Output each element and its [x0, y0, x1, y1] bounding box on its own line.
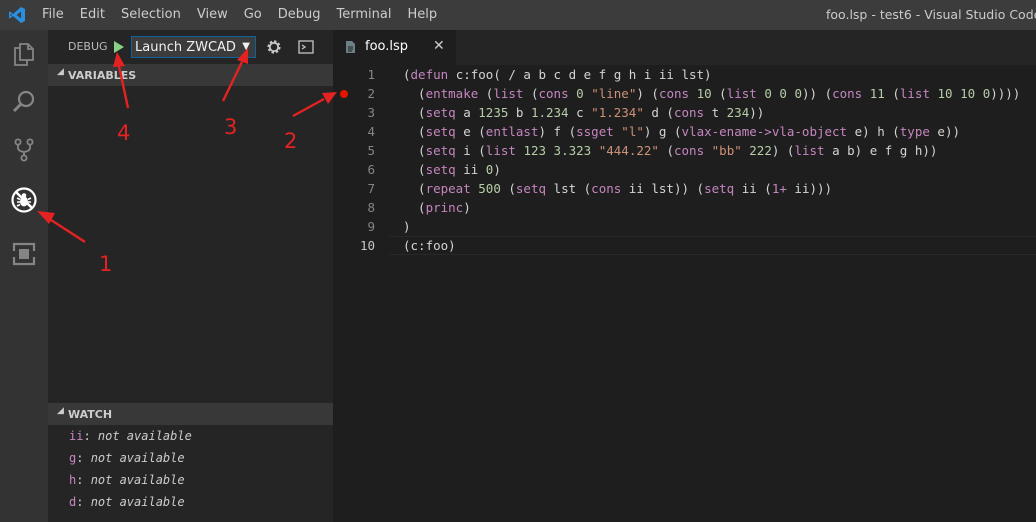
debug-icon — [11, 187, 37, 213]
code-line[interactable]: 4 (setq e (entlast) f (ssget "l") g (vla… — [333, 122, 1036, 141]
line-number: 6 — [367, 162, 375, 177]
variables-section-header[interactable]: ◢ VARIABLES — [48, 64, 333, 86]
line-code: (repeat 500 (setq lst (cons ii lst)) (se… — [403, 181, 833, 196]
code-line[interactable]: 10 (c:foo) — [333, 236, 1036, 255]
extensions-button[interactable] — [0, 230, 48, 278]
variables-title: VARIABLES — [68, 69, 137, 82]
menu-help[interactable]: Help — [399, 0, 445, 30]
line-code: (setq e (entlast) f (ssget "l") g (vlax-… — [403, 124, 960, 139]
activity-bar — [0, 30, 48, 522]
line-number: 5 — [367, 143, 375, 158]
line-number: 3 — [367, 105, 375, 120]
source-control-button[interactable] — [0, 126, 48, 174]
line-number: 9 — [367, 219, 375, 234]
code-line[interactable]: 1 (defun c:foo( / a b c d e f g h i ii ls… — [333, 65, 1036, 84]
chevron-down-icon: ◢ — [57, 67, 64, 77]
watch-item[interactable]: ii: not available — [69, 425, 192, 447]
line-number: 7 — [367, 181, 375, 196]
code-line[interactable]: 6 (setq ii 0) — [333, 160, 1036, 179]
watch-item[interactable]: h: not available — [69, 469, 185, 491]
watch-title: WATCH — [68, 408, 113, 421]
files-icon — [14, 43, 34, 66]
line-code: (defun c:foo( / a b c d e f g h i ii lst… — [403, 67, 712, 82]
file-icon — [346, 41, 355, 53]
line-number: 4 — [367, 124, 375, 139]
line-number: 1 — [367, 67, 375, 82]
menu-debug[interactable]: Debug — [270, 0, 329, 30]
line-code: (entmake (list (cons 0 "line") (cons 10 … — [403, 86, 1021, 101]
window-title: foo.lsp - test6 - Visual Studio Code [Ad… — [826, 7, 1036, 22]
watch-section-header[interactable]: ◢ WATCH — [48, 403, 333, 425]
code-line[interactable]: 5 (setq i (list 123 3.323 "444.22" (cons… — [333, 141, 1036, 160]
debug-console-icon[interactable] — [298, 40, 314, 54]
menu-view[interactable]: View — [189, 0, 236, 30]
start-debugging-icon[interactable] — [112, 39, 126, 55]
line-code: ) — [403, 219, 411, 234]
line-number: 8 — [367, 200, 375, 215]
code-editor[interactable]: 1 (defun c:foo( / a b c d e f g h i ii ls… — [333, 65, 1036, 522]
explorer-button[interactable] — [0, 30, 48, 78]
debug-sidebar: DEBUG Launch ZWCAD ▼ ◢ VARIABLES ◢ WATCH… — [48, 30, 333, 522]
close-icon[interactable]: ✕ — [433, 38, 445, 54]
watch-item[interactable]: d: not available — [69, 491, 185, 513]
editor-tab-bar: foo.lsp ✕ — [333, 30, 1036, 65]
menu-bar: File Edit Selection View Go Debug Termin… — [34, 0, 445, 30]
code-line[interactable]: 3 (setq a 1235 b 1.234 c "1.234" d (cons… — [333, 103, 1036, 122]
menu-file[interactable]: File — [34, 0, 72, 30]
code-line[interactable]: 9) — [333, 217, 1036, 236]
line-code: (setq ii 0) — [403, 162, 501, 177]
line-code: (setq i (list 123 3.323 "444.22" (cons "… — [403, 143, 938, 158]
line-code: (c:foo) — [403, 238, 456, 253]
code-line[interactable]: 2 (entmake (list (cons 0 "line") (cons 1… — [333, 84, 1036, 103]
source-control-icon — [14, 138, 34, 162]
debug-button[interactable] — [0, 176, 48, 224]
line-number: 2 — [367, 86, 375, 101]
line-code: (setq a 1235 b 1.234 c "1.234" d (cons t… — [403, 105, 765, 120]
menu-go[interactable]: Go — [236, 0, 270, 30]
launch-config-select[interactable]: Launch ZWCAD ▼ — [131, 36, 256, 58]
debug-title: DEBUG — [68, 40, 108, 53]
tab-foo-lsp[interactable]: foo.lsp ✕ — [333, 30, 456, 65]
chevron-down-icon: ◢ — [57, 406, 64, 416]
search-icon — [12, 90, 35, 113]
code-line[interactable]: 8 (princ) — [333, 198, 1036, 217]
line-code: (princ) — [403, 200, 471, 215]
search-button[interactable] — [0, 78, 48, 126]
extensions-icon — [12, 242, 36, 266]
launch-config-label: Launch ZWCAD — [135, 40, 236, 55]
tab-label: foo.lsp — [365, 39, 409, 54]
gear-icon[interactable] — [265, 38, 283, 56]
watch-item[interactable]: g: not available — [69, 447, 185, 469]
menu-terminal[interactable]: Terminal — [329, 0, 400, 30]
vscode-logo-icon — [9, 7, 25, 23]
title-bar: File Edit Selection View Go Debug Termin… — [0, 0, 1036, 30]
line-number: 10 — [359, 238, 375, 253]
menu-edit[interactable]: Edit — [72, 0, 113, 30]
current-line-highlight — [389, 236, 1036, 255]
dropdown-arrow-icon: ▼ — [242, 41, 250, 52]
debug-toolbar: DEBUG Launch ZWCAD ▼ — [48, 30, 333, 65]
code-line[interactable]: 7 (repeat 500 (setq lst (cons ii lst)) (… — [333, 179, 1036, 198]
menu-selection[interactable]: Selection — [113, 0, 189, 30]
